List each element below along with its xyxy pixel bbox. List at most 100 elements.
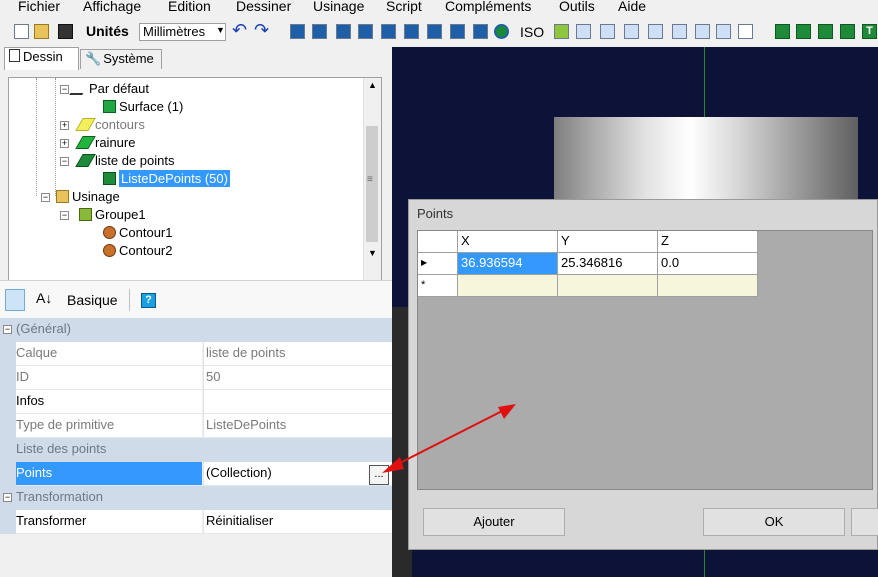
scroll-down-icon[interactable]: ▼ (368, 248, 377, 258)
cell-z[interactable]: 0.0 (658, 253, 758, 275)
view-right-icon[interactable] (624, 24, 639, 39)
collapse-icon[interactable]: − (3, 325, 12, 334)
new-cell-y[interactable] (558, 275, 658, 297)
tool-p-icon[interactable] (775, 24, 790, 39)
tree-item-par-defaut[interactable]: Par défaut (69, 80, 149, 98)
zoom-window-icon[interactable] (738, 24, 753, 39)
ajouter-button[interactable]: Ajouter (423, 508, 565, 536)
view-left-icon[interactable] (648, 24, 663, 39)
new-cell-z[interactable] (658, 275, 758, 297)
prop-value-calque[interactable]: liste de points (203, 342, 392, 366)
units-select[interactable]: Millimètres (139, 23, 226, 41)
column-header-x[interactable]: X (458, 231, 558, 253)
expander-contours[interactable]: + (60, 121, 69, 130)
open-folder-icon[interactable] (34, 24, 49, 39)
tool-points-icon[interactable] (818, 24, 833, 39)
main-toolbar: Unités Millimètres ▼ ↶ ↷ ISO T (0, 19, 878, 47)
menu-outils[interactable]: Outils (559, 0, 595, 14)
category-transformation[interactable]: − Transformation (0, 486, 392, 510)
expander-par-defaut[interactable]: − (60, 85, 69, 94)
menu-script[interactable]: Script (386, 0, 422, 14)
view-top-icon[interactable] (576, 24, 591, 39)
prop-value-points[interactable]: (Collection) (203, 462, 392, 486)
menu-fichier[interactable]: Fichier (18, 0, 60, 14)
tree-item-rainure[interactable]: rainure (75, 134, 135, 152)
prop-label-infos: Infos (16, 390, 202, 414)
view-front-icon[interactable] (600, 24, 615, 39)
tree-item-usinage[interactable]: Usinage (56, 188, 120, 206)
new-cell-x[interactable] (458, 275, 558, 297)
prop-value-infos[interactable] (203, 390, 392, 414)
scroll-up-icon[interactable]: ▲ (368, 80, 377, 90)
tree-item-liste-points[interactable]: liste de points (75, 152, 175, 170)
basique-button[interactable]: Basique (67, 292, 118, 308)
view-bottom-icon[interactable] (695, 24, 710, 39)
menu-aide[interactable]: Aide (618, 0, 646, 14)
tree-item-contour2[interactable]: Contour2 (103, 242, 172, 260)
sort-alpha-icon[interactable]: A↓ (36, 290, 52, 306)
prop-value-type[interactable]: ListeDePoints (203, 414, 392, 438)
surface-icon (103, 100, 116, 113)
undo-icon[interactable]: ↶ (232, 20, 247, 41)
tree-item-surface[interactable]: Surface (1) (103, 98, 183, 116)
redo-icon[interactable]: ↷ (254, 20, 269, 41)
view-back-icon[interactable] (672, 24, 687, 39)
chevron-down-icon: ▼ (216, 25, 225, 35)
snap-center-icon[interactable] (336, 24, 351, 39)
tree-item-groupe1[interactable]: Groupe1 (79, 206, 146, 224)
tree-item-contours[interactable]: contours (75, 116, 145, 134)
tree-scrollbar[interactable]: ▲ ≡ ▼ (363, 78, 381, 312)
prop-value-id[interactable]: 50 (203, 366, 392, 390)
snap-grid-icon[interactable] (450, 24, 465, 39)
categorized-icon[interactable] (5, 289, 25, 311)
cell-y[interactable]: 25.346816 (558, 253, 658, 275)
prop-row-type: Type de primitive ListeDePoints (0, 414, 392, 438)
tree-label-contour1: Contour1 (119, 225, 173, 240)
tree-item-listedepoints[interactable]: ListeDePoints (50) (103, 170, 230, 188)
snap-intersect-icon[interactable] (427, 24, 442, 39)
help-icon[interactable]: ? (141, 293, 156, 308)
new-file-icon[interactable] (14, 24, 29, 39)
snap-end-icon[interactable] (381, 24, 396, 39)
prop-value-transformer[interactable]: Réinitialiser (203, 510, 392, 534)
grid-icon[interactable] (312, 24, 327, 39)
snap-point-icon[interactable] (358, 24, 373, 39)
column-header-y[interactable]: Y (558, 231, 658, 253)
wrench-icon: 🔧 (85, 51, 102, 66)
tree-item-contour1[interactable]: Contour1 (103, 224, 172, 242)
layer-icon (69, 82, 90, 95)
new-row-marker[interactable]: * (418, 275, 458, 297)
cancel-button-partial[interactable] (851, 508, 878, 536)
snap-all-icon[interactable] (473, 24, 488, 39)
tool-square-icon[interactable] (840, 24, 855, 39)
row-indicator-icon[interactable]: ▶ (418, 253, 458, 275)
expander-usinage[interactable]: − (41, 193, 50, 202)
menu-edition[interactable]: Edition (168, 0, 211, 14)
tool-text-icon[interactable]: T (862, 24, 877, 39)
tool-circle-icon[interactable] (796, 24, 811, 39)
category-general[interactable]: − (Général) (0, 318, 392, 342)
view-shaded-icon[interactable] (554, 24, 569, 39)
expander-liste-points[interactable]: − (60, 157, 69, 166)
collapse-icon[interactable]: − (3, 493, 12, 502)
tree-label-surface: Surface (1) (119, 99, 184, 114)
tab-dessin[interactable]: Dessin (4, 47, 79, 70)
column-header-z[interactable]: Z (658, 231, 758, 253)
cell-x[interactable]: 36.936594 (458, 253, 558, 275)
expander-groupe1[interactable]: − (60, 211, 69, 220)
prop-label-type: Type de primitive (16, 414, 202, 438)
grid-snap-icon[interactable] (290, 24, 305, 39)
iso-view-button[interactable]: ISO (520, 24, 544, 40)
menu-dessiner[interactable]: Dessiner (236, 0, 291, 14)
tab-systeme[interactable]: 🔧 Système (80, 49, 162, 69)
expander-rainure[interactable]: + (60, 139, 69, 148)
category-liste-points[interactable]: Liste des points (0, 438, 392, 462)
snap-mid-icon[interactable] (404, 24, 419, 39)
menu-usinage[interactable]: Usinage (313, 0, 364, 14)
render-toggle-icon[interactable] (494, 24, 509, 39)
ok-button[interactable]: OK (703, 508, 845, 536)
menu-affichage[interactable]: Affichage (83, 0, 141, 14)
save-icon[interactable] (58, 24, 73, 39)
menu-complements[interactable]: Compléments (445, 0, 531, 14)
zoom-fit-icon[interactable] (716, 24, 731, 39)
